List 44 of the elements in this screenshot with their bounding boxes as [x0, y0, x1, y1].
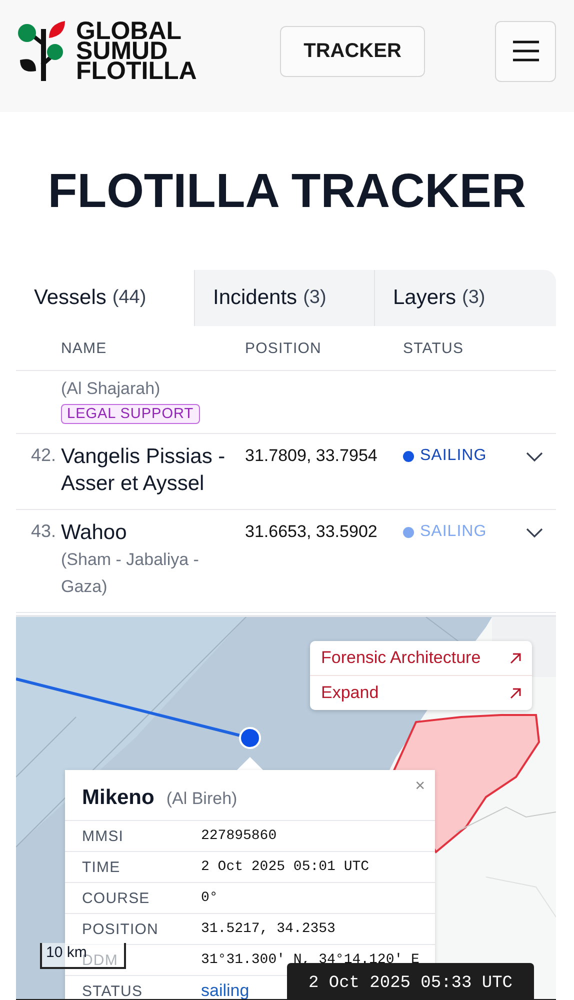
clock-badge: 2 Oct 2025 05:33 UTC — [287, 963, 534, 1000]
page-title: FLOTILLA TRACKER — [48, 164, 526, 218]
external-link-icon — [510, 652, 521, 664]
menu-button[interactable] — [495, 20, 556, 82]
menu-link[interactable]: Forensic Architecture — [310, 641, 532, 675]
logo-text: GLOBAL — [76, 21, 183, 41]
field-value: 0° — [201, 890, 219, 906]
logo-text: FLOTILLA — [76, 61, 197, 81]
field-label: COURSE — [82, 890, 151, 906]
chevron-down-icon[interactable] — [526, 452, 543, 462]
role-tag: LEGAL SUPPORT — [61, 404, 200, 424]
vessel-name: Vangelis Pissias - Asser et Ayssel — [61, 444, 226, 497]
tab[interactable]: Vessels (44) — [16, 270, 195, 326]
status-label: SAILING — [420, 523, 487, 541]
popup-title: Mikeno — [82, 786, 154, 810]
vessel-position: 31.7809, 33.7954 — [245, 445, 378, 467]
vessel-subtitle: (Al Shajarah) — [61, 378, 162, 400]
row-number: 42. — [30, 444, 57, 467]
vessel-name: Wahoo — [61, 520, 128, 546]
field-label: TIME — [82, 858, 122, 876]
menu-icon — [512, 40, 540, 62]
chevron-down-icon[interactable] — [526, 528, 543, 538]
column-header: POSITION — [245, 340, 322, 356]
menu-link[interactable]: Expand — [310, 675, 532, 710]
vessel-subtitle: (Sham - Jabaliya - Gaza) — [61, 549, 200, 598]
external-link-icon — [510, 688, 521, 698]
row-number: 43. — [30, 520, 57, 543]
column-header: STATUS — [403, 340, 465, 356]
tracker-button[interactable]: TRACKER — [280, 26, 425, 76]
status-label: SAILING — [420, 447, 487, 465]
site-logo[interactable]: GLOBAL SUMUD FLOTILLA — [18, 21, 197, 81]
field-label: POSITION — [82, 920, 160, 938]
field-label: MMSI — [82, 828, 125, 844]
column-header: NAME — [61, 340, 108, 356]
field-label: STATUS — [82, 982, 144, 1000]
popup-subtitle: (Al Bireh) — [166, 789, 238, 809]
close-button[interactable]: × — [415, 776, 425, 796]
vessel-position: 31.6653, 33.5902 — [245, 521, 378, 543]
field-value: 31.5217, 34.2353 — [201, 921, 336, 937]
status-link[interactable]: sailing — [201, 981, 250, 1000]
logo-text: SUMUD — [76, 41, 168, 61]
field-value: 2 Oct 2025 05:01 UTC — [201, 859, 370, 875]
field-value: 227895860 — [201, 828, 278, 844]
logo-icon — [18, 21, 68, 81]
